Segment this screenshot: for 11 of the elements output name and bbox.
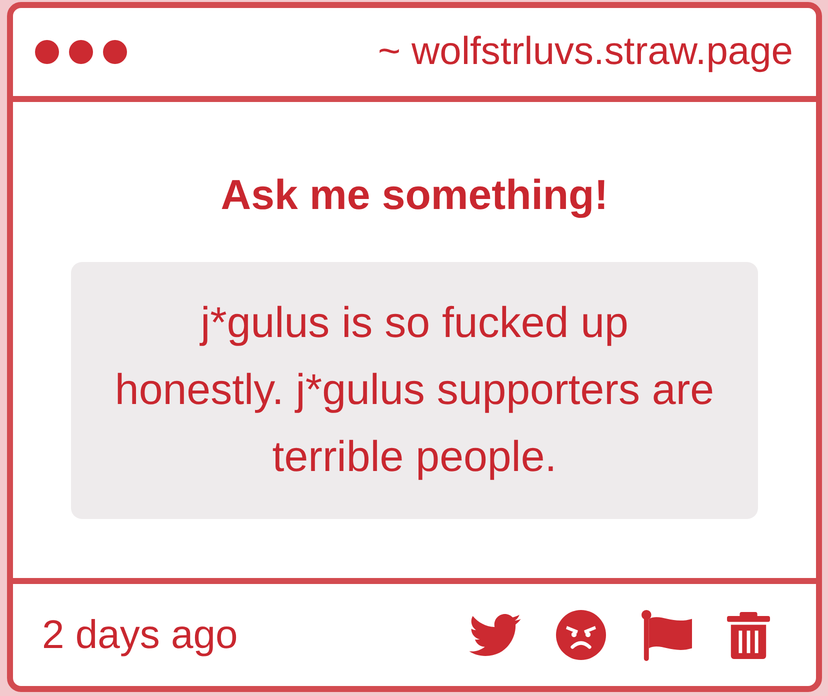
window-dot-icon (35, 40, 59, 64)
angry-face-icon[interactable] (556, 610, 606, 660)
timestamp-text: 2 days ago (42, 612, 238, 659)
prompt-heading: Ask me something! (220, 170, 608, 220)
window-dot-icon (103, 40, 127, 64)
trash-icon[interactable] (727, 612, 770, 658)
flag-icon[interactable] (641, 610, 692, 660)
page-url-link[interactable]: ~ wolfstrluvs.straw.page (378, 29, 793, 75)
question-text: j*gulus is so fucked up honestly. j*gulus supporters are terrible people. (114, 298, 716, 483)
bird-icon[interactable] (469, 614, 521, 656)
window-dot-icon (69, 40, 93, 64)
